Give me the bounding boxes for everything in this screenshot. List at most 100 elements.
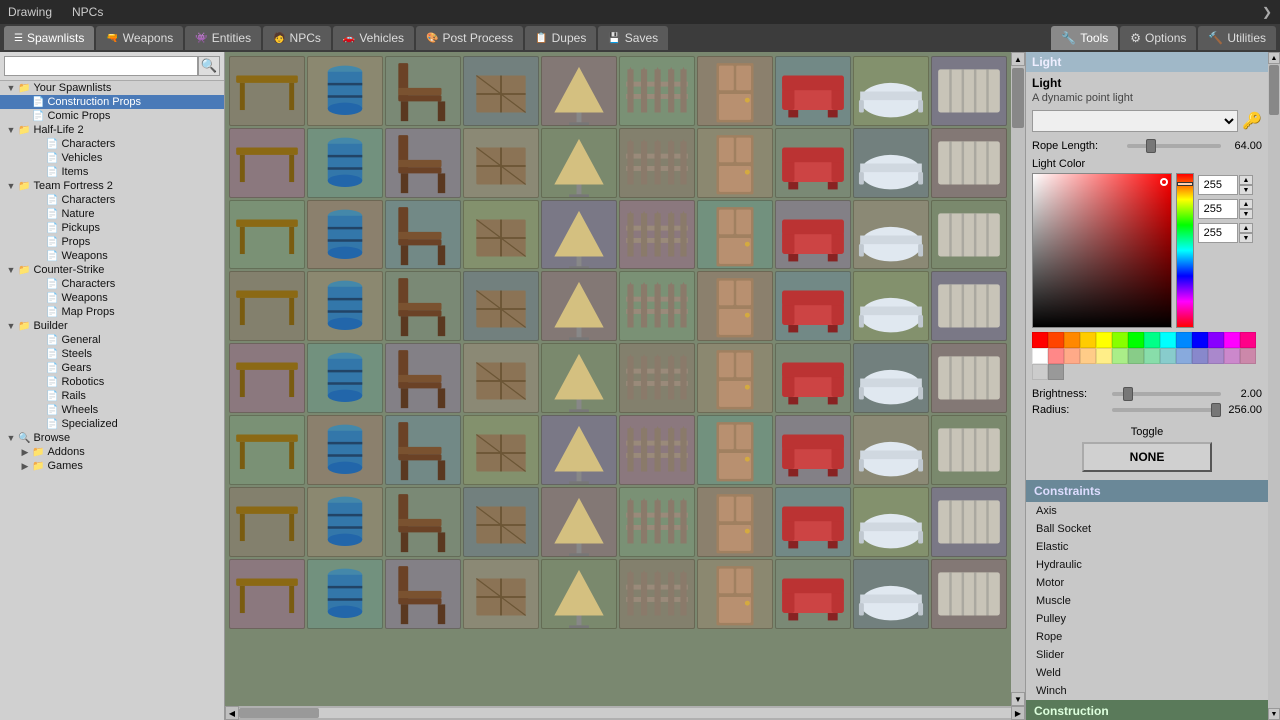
content-grid[interactable] bbox=[225, 52, 1011, 706]
tree-toggle-your-spawnlists[interactable]: ▼ bbox=[4, 83, 18, 93]
grid-item-39[interactable] bbox=[931, 271, 1007, 341]
tab-saves[interactable]: 💾 Saves bbox=[598, 26, 668, 50]
grid-item-51[interactable] bbox=[307, 415, 383, 485]
swatch-14[interactable] bbox=[1032, 348, 1048, 364]
swatch-8[interactable] bbox=[1160, 332, 1176, 348]
grid-item-76[interactable] bbox=[697, 559, 773, 629]
swatch-2[interactable] bbox=[1064, 332, 1080, 348]
tree-item-builder-steels[interactable]: 📄Steels bbox=[0, 347, 224, 361]
swatch-21[interactable] bbox=[1144, 348, 1160, 364]
right-scroll-up[interactable]: ▲ bbox=[1268, 52, 1280, 64]
grid-item-43[interactable] bbox=[463, 343, 539, 413]
radius-thumb[interactable] bbox=[1211, 403, 1221, 417]
grid-item-72[interactable] bbox=[385, 559, 461, 629]
swatch-20[interactable] bbox=[1128, 348, 1144, 364]
grid-item-32[interactable] bbox=[385, 271, 461, 341]
grid-item-52[interactable] bbox=[385, 415, 461, 485]
light-type-dropdown[interactable] bbox=[1032, 110, 1238, 132]
grid-item-16[interactable] bbox=[697, 128, 773, 198]
grid-item-58[interactable] bbox=[853, 415, 929, 485]
tree-toggle-games[interactable]: ▶ bbox=[18, 461, 32, 472]
grid-item-63[interactable] bbox=[463, 487, 539, 557]
grid-item-55[interactable] bbox=[619, 415, 695, 485]
constraint-muscle[interactable]: Muscle bbox=[1026, 592, 1268, 610]
red-down[interactable]: ▼ bbox=[1239, 185, 1253, 195]
constraint-weld[interactable]: Weld bbox=[1026, 664, 1268, 682]
tree-toggle-builder[interactable]: ▼ bbox=[4, 321, 18, 331]
grid-item-46[interactable] bbox=[697, 343, 773, 413]
grid-item-17[interactable] bbox=[775, 128, 851, 198]
tab-utilities[interactable]: 🔨 Utilities bbox=[1198, 26, 1276, 50]
hscroll-right[interactable]: ▶ bbox=[1011, 706, 1025, 720]
grid-item-38[interactable] bbox=[853, 271, 929, 341]
grid-item-24[interactable] bbox=[541, 200, 617, 270]
grid-item-2[interactable] bbox=[385, 56, 461, 126]
grid-item-1[interactable] bbox=[307, 56, 383, 126]
grid-item-60[interactable] bbox=[229, 487, 305, 557]
hscroll-thumb[interactable] bbox=[239, 708, 319, 718]
grid-item-57[interactable] bbox=[775, 415, 851, 485]
tree-item-cs-weapons[interactable]: 📄Weapons bbox=[0, 291, 224, 305]
swatch-6[interactable] bbox=[1128, 332, 1144, 348]
constraint-motor[interactable]: Motor bbox=[1026, 574, 1268, 592]
swatch-18[interactable] bbox=[1096, 348, 1112, 364]
swatch-9[interactable] bbox=[1176, 332, 1192, 348]
grid-item-26[interactable] bbox=[697, 200, 773, 270]
swatch-3[interactable] bbox=[1080, 332, 1096, 348]
brightness-thumb[interactable] bbox=[1123, 387, 1133, 401]
swatch-10[interactable] bbox=[1192, 332, 1208, 348]
tree-item-counter-strike[interactable]: ▼📁Counter-Strike bbox=[0, 263, 224, 277]
grid-item-35[interactable] bbox=[619, 271, 695, 341]
swatch-15[interactable] bbox=[1048, 348, 1064, 364]
swatch-27[interactable] bbox=[1240, 348, 1256, 364]
constraint-rope[interactable]: Rope bbox=[1026, 628, 1268, 646]
grid-item-14[interactable] bbox=[541, 128, 617, 198]
grid-item-56[interactable] bbox=[697, 415, 773, 485]
grid-item-65[interactable] bbox=[619, 487, 695, 557]
tree-item-hl2-items[interactable]: 📄Items bbox=[0, 165, 224, 179]
grid-item-62[interactable] bbox=[385, 487, 461, 557]
constraint-slider[interactable]: Slider bbox=[1026, 646, 1268, 664]
swatch-19[interactable] bbox=[1112, 348, 1128, 364]
menu-npcs[interactable]: NPCs bbox=[72, 5, 103, 19]
red-up[interactable]: ▲ bbox=[1239, 175, 1253, 185]
tree-item-tf2-props[interactable]: 📄Props bbox=[0, 235, 224, 249]
grid-item-3[interactable] bbox=[463, 56, 539, 126]
tree-toggle-counter-strike[interactable]: ▼ bbox=[4, 265, 18, 275]
tab-spawnlists[interactable]: ☰ Spawnlists bbox=[4, 26, 94, 50]
tab-options[interactable]: ⚙ Options bbox=[1120, 26, 1196, 50]
tab-npcs[interactable]: 🧑 NPCs bbox=[263, 26, 331, 50]
tab-postprocess[interactable]: 🎨 Post Process bbox=[416, 26, 523, 50]
grid-item-36[interactable] bbox=[697, 271, 773, 341]
grid-item-9[interactable] bbox=[931, 56, 1007, 126]
grid-item-0[interactable] bbox=[229, 56, 305, 126]
grid-item-11[interactable] bbox=[307, 128, 383, 198]
constraint-axis[interactable]: Axis bbox=[1026, 502, 1268, 520]
constraint-winch[interactable]: Winch bbox=[1026, 682, 1268, 700]
tree-item-hl2-characters[interactable]: 📄Characters bbox=[0, 137, 224, 151]
tree-item-tf2-characters[interactable]: 📄Characters bbox=[0, 193, 224, 207]
tree-toggle-team-fortress-2[interactable]: ▼ bbox=[4, 181, 18, 191]
grid-item-73[interactable] bbox=[463, 559, 539, 629]
tree-toggle-browse[interactable]: ▼ bbox=[4, 433, 18, 443]
toggle-button[interactable]: NONE bbox=[1082, 442, 1212, 472]
grid-item-29[interactable] bbox=[931, 200, 1007, 270]
right-panel-scrollbar[interactable]: ▲ ▼ bbox=[1268, 52, 1280, 720]
menu-drawing[interactable]: Drawing bbox=[8, 5, 52, 19]
grid-item-48[interactable] bbox=[853, 343, 929, 413]
color-gradient[interactable] bbox=[1032, 173, 1172, 328]
tree-item-builder[interactable]: ▼📁Builder bbox=[0, 319, 224, 333]
grid-item-64[interactable] bbox=[541, 487, 617, 557]
blue-down[interactable]: ▼ bbox=[1239, 233, 1253, 243]
grid-item-66[interactable] bbox=[697, 487, 773, 557]
swatch-24[interactable] bbox=[1192, 348, 1208, 364]
swatch-11[interactable] bbox=[1208, 332, 1224, 348]
scroll-up-btn[interactable]: ▲ bbox=[1011, 52, 1025, 66]
blue-input[interactable] bbox=[1198, 223, 1238, 243]
scroll-thumb[interactable] bbox=[1012, 68, 1024, 128]
grid-item-41[interactable] bbox=[307, 343, 383, 413]
swatch-22[interactable] bbox=[1160, 348, 1176, 364]
right-scroll-down[interactable]: ▼ bbox=[1268, 708, 1280, 720]
tree-item-addons[interactable]: ▶📁Addons bbox=[0, 445, 224, 459]
green-input[interactable] bbox=[1198, 199, 1238, 219]
